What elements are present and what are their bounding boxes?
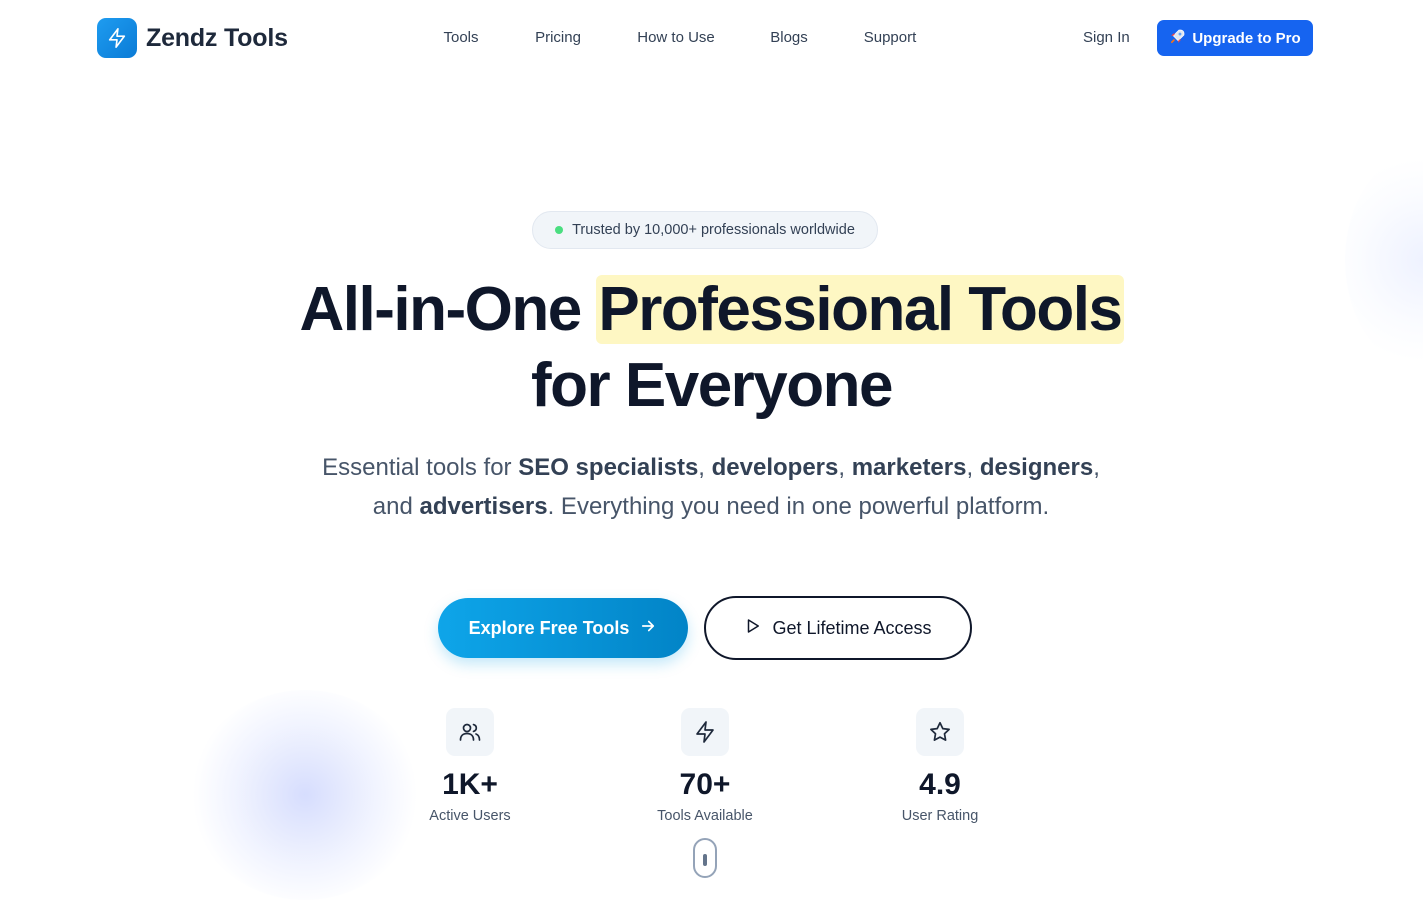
users-icon — [446, 708, 494, 756]
landing-page: Zendz Tools Tools Pricing How to Use Blo… — [0, 0, 1423, 909]
subtitle-text: , — [698, 454, 712, 481]
explore-label: Explore Free Tools — [468, 617, 630, 638]
subtitle-emphasis: SEO specialists — [518, 454, 699, 481]
subtitle-emphasis: advertisers — [419, 493, 548, 520]
stat-label: Tools Available — [657, 808, 753, 824]
arrow-right-icon — [639, 617, 657, 640]
subtitle-emphasis: developers — [711, 454, 839, 481]
upgrade-to-pro-button[interactable]: Upgrade to Pro — [1157, 20, 1313, 56]
subtitle-text: . Everything you need in one powerful pl… — [547, 493, 1050, 520]
nav-pricing[interactable]: Pricing — [535, 29, 581, 46]
hero-subtitle: Essential tools for SEO specialists, dev… — [311, 448, 1111, 526]
trust-badge-text: Trusted by 10,000+ professionals worldwi… — [572, 222, 855, 238]
scroll-down-indicator[interactable] — [693, 838, 717, 878]
stat-active-users: 1K+ Active Users — [380, 708, 560, 824]
status-dot — [555, 226, 564, 234]
explore-free-tools-button[interactable]: Explore Free Tools — [438, 598, 688, 658]
subtitle-emphasis: marketers — [851, 454, 967, 481]
nav-support[interactable]: Support — [864, 29, 917, 46]
play-icon — [744, 617, 762, 640]
subtitle-text: , — [966, 454, 980, 481]
stat-label: Active Users — [429, 808, 511, 824]
sign-in-link[interactable]: Sign In — [1083, 29, 1130, 46]
rocket-icon — [1169, 28, 1186, 49]
hero-headline: All-in-One Professional Tools for Everyo… — [0, 272, 1423, 424]
stat-user-rating: 4.9 User Rating — [850, 708, 1030, 824]
nav-tools[interactable]: Tools — [443, 29, 478, 46]
nav-how-to-use[interactable]: How to Use — [637, 29, 715, 46]
lightning-bolt-icon — [681, 708, 729, 756]
stat-tools-available: 70+ Tools Available — [615, 708, 795, 824]
subtitle-text: Essential tools for — [322, 454, 519, 481]
nav-blogs[interactable]: Blogs — [770, 29, 808, 46]
site-header: Zendz Tools Tools Pricing How to Use Blo… — [0, 0, 1423, 76]
stat-value: 4.9 — [919, 768, 961, 801]
headline-start: All-in-One — [299, 275, 597, 344]
stat-value: 70+ — [679, 768, 731, 801]
get-lifetime-access-button[interactable]: Get Lifetime Access — [704, 596, 972, 660]
stat-value: 1K+ — [442, 768, 498, 801]
upgrade-label: Upgrade to Pro — [1192, 29, 1301, 47]
subtitle-text: , — [838, 454, 852, 481]
headline-end: for Everyone — [530, 351, 894, 420]
subtitle-emphasis: designers — [979, 454, 1094, 481]
headline-highlight: Professional Tools — [596, 275, 1124, 344]
lifetime-label: Get Lifetime Access — [772, 617, 932, 638]
stat-label: User Rating — [901, 808, 979, 824]
trust-badge: Trusted by 10,000+ professionals worldwi… — [532, 211, 878, 249]
scroll-wheel — [703, 854, 707, 866]
star-icon — [916, 708, 964, 756]
